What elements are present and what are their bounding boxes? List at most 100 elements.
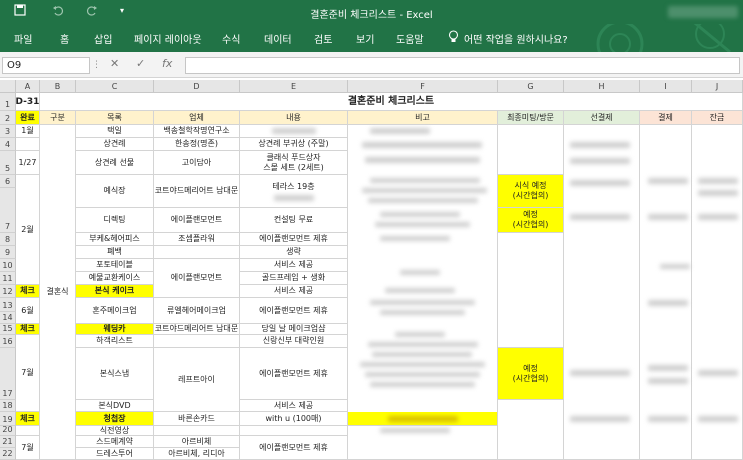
cell-a4[interactable] — [16, 138, 40, 151]
column-header[interactable]: I — [640, 80, 692, 93]
row-header[interactable]: 16 — [0, 335, 16, 348]
row-header[interactable]: 7 — [0, 188, 16, 233]
content-cell[interactable] — [240, 426, 348, 436]
name-box[interactable]: O9 — [2, 57, 90, 74]
meeting-cell[interactable] — [498, 233, 564, 348]
row-header[interactable]: 22 — [0, 448, 16, 460]
check-cell[interactable]: 체크 — [16, 324, 40, 335]
content-cell[interactable]: 서비스 제공 — [240, 400, 348, 412]
item-cell[interactable]: 하객리스트 — [76, 335, 154, 348]
row-header[interactable]: 8 — [0, 233, 16, 246]
sheet-title-cell[interactable]: 결혼준비 체크리스트 — [40, 93, 743, 111]
month-cell[interactable]: 1/27 — [16, 151, 40, 175]
content-cell[interactable]: 신랑신부 대략인원 — [240, 335, 348, 348]
content-cell[interactable] — [240, 125, 348, 138]
item-cell[interactable]: 스드메계약 — [76, 436, 154, 448]
vendor-cell[interactable]: 고이담아 — [154, 151, 240, 175]
column-header[interactable]: C — [76, 80, 154, 93]
vendor-cell[interactable]: 한송정(명존) — [154, 138, 240, 151]
tab-data[interactable]: 데이터 — [264, 31, 292, 46]
month-cell[interactable]: 7월 — [16, 335, 40, 412]
content-cell[interactable]: 서비스 제공 — [240, 285, 348, 298]
insert-function-icon[interactable]: fx — [162, 57, 172, 70]
column-header[interactable]: J — [692, 80, 743, 93]
row-header[interactable]: 10 — [0, 259, 16, 272]
vendor-cell[interactable] — [154, 426, 240, 436]
tab-formulas[interactable]: 수식 — [222, 31, 240, 46]
column-header[interactable]: H — [564, 80, 640, 93]
row-header[interactable]: 6 — [0, 175, 16, 188]
column-header[interactable]: G — [498, 80, 564, 93]
tab-file[interactable]: 파일 — [14, 31, 32, 46]
vendor-cell[interactable] — [154, 246, 240, 259]
row-header[interactable]: 2 — [0, 111, 16, 125]
tell-me-search[interactable]: 어떤 작업을 원하시나요? — [464, 31, 568, 46]
meeting-cell[interactable] — [498, 400, 564, 460]
content-cell[interactable]: 골드프레임 + 생화 — [240, 272, 348, 285]
month-cell[interactable]: 7월 — [16, 436, 40, 460]
content-cell[interactable]: 생략 — [240, 246, 348, 259]
vendor-cell[interactable]: 바른손카드 — [154, 412, 240, 426]
header-final-meeting[interactable]: 최종미팅/방문 — [498, 111, 564, 125]
row-header[interactable]: 21 — [0, 436, 16, 448]
item-cell[interactable]: 식전영상 — [76, 426, 154, 436]
content-cell[interactable]: 서비스 제공 — [240, 259, 348, 272]
vendor-cell[interactable]: 코트야드메리어트 남대문 — [154, 175, 240, 208]
row-header[interactable]: 1 — [0, 93, 16, 111]
vendor-cell[interactable]: 레프트아이 — [154, 348, 240, 412]
row-header[interactable]: 12 — [0, 285, 16, 298]
formula-input[interactable] — [185, 57, 740, 74]
enter-icon[interactable]: ✓ — [136, 57, 145, 70]
content-cell[interactable]: 에이플랜모먼트 제휴 — [240, 348, 348, 400]
vendor-cell[interactable]: 조셉플라워 — [154, 233, 240, 246]
month-cell[interactable]: 2월 — [16, 175, 40, 285]
item-cell[interactable]: 상견례 — [76, 138, 154, 151]
item-cell[interactable]: 본식 케이크 — [76, 285, 154, 298]
month-cell[interactable]: 1월 — [16, 125, 40, 138]
item-cell[interactable]: 청첩장 — [76, 412, 154, 426]
item-cell[interactable]: 본식스냅 — [76, 348, 154, 400]
meeting-cell[interactable]: 예정 (시간협의) — [498, 208, 564, 233]
row-header[interactable]: 19 — [0, 412, 16, 426]
header-category[interactable]: 구분 — [40, 111, 76, 125]
item-cell[interactable]: 포토테이블 — [76, 259, 154, 272]
d-day-cell[interactable]: D-31 — [16, 93, 40, 111]
row-header[interactable]: 4 — [0, 138, 16, 151]
select-all-corner[interactable] — [0, 80, 16, 93]
row-header[interactable]: 15 — [0, 324, 16, 335]
content-cell[interactable]: 에이플랜모먼트 제휴 — [240, 298, 348, 324]
item-cell[interactable]: 택일 — [76, 125, 154, 138]
item-cell[interactable]: 폐백 — [76, 246, 154, 259]
item-cell[interactable]: 본식DVD — [76, 400, 154, 412]
item-cell[interactable]: 혼주메이크업 — [76, 298, 154, 324]
deposit-column[interactable] — [564, 125, 640, 460]
column-header[interactable]: F — [348, 80, 498, 93]
content-cell[interactable]: with u (100매) — [240, 412, 348, 426]
row-header[interactable]: 18 — [0, 400, 16, 412]
header-deposit[interactable]: 선결제 — [564, 111, 640, 125]
content-cell[interactable]: 클래식 푸드상자 스몰 세트 (2세트) — [240, 151, 348, 175]
cancel-icon[interactable]: ✕ — [110, 57, 119, 70]
column-header[interactable]: B — [40, 80, 76, 93]
row-header[interactable]: 11 — [0, 272, 16, 285]
vendor-cell[interactable]: 코트야드메리어트 남대문 — [154, 324, 240, 335]
column-header[interactable]: D — [154, 80, 240, 93]
vendor-cell[interactable]: 에이플랜모먼트 — [154, 208, 240, 233]
vendor-cell[interactable]: 백송철학작명연구소 — [154, 125, 240, 138]
item-cell[interactable]: 예물교환케이스 — [76, 272, 154, 285]
row-header[interactable]: 13 — [0, 298, 16, 312]
item-cell[interactable]: 부케&헤어피스 — [76, 233, 154, 246]
content-cell[interactable]: 컨설팅 무료 — [240, 208, 348, 233]
check-cell[interactable]: 체크 — [16, 412, 40, 426]
balance-column[interactable] — [692, 125, 743, 460]
item-cell[interactable]: 상견례 선물 — [76, 151, 154, 175]
vendor-cell[interactable]: 류엘헤어메이크업 — [154, 298, 240, 324]
header-vendor[interactable]: 업체 — [154, 111, 240, 125]
tab-review[interactable]: 검토 — [314, 31, 332, 46]
content-cell[interactable]: 당일 날 메이크업샵 — [240, 324, 348, 335]
meeting-cell[interactable] — [498, 125, 564, 175]
vendor-cell[interactable]: 에이플랜모먼트 — [154, 259, 240, 298]
payment-column[interactable] — [640, 125, 692, 460]
column-header[interactable]: A — [16, 80, 40, 93]
header-done[interactable]: 완료 — [16, 111, 40, 125]
